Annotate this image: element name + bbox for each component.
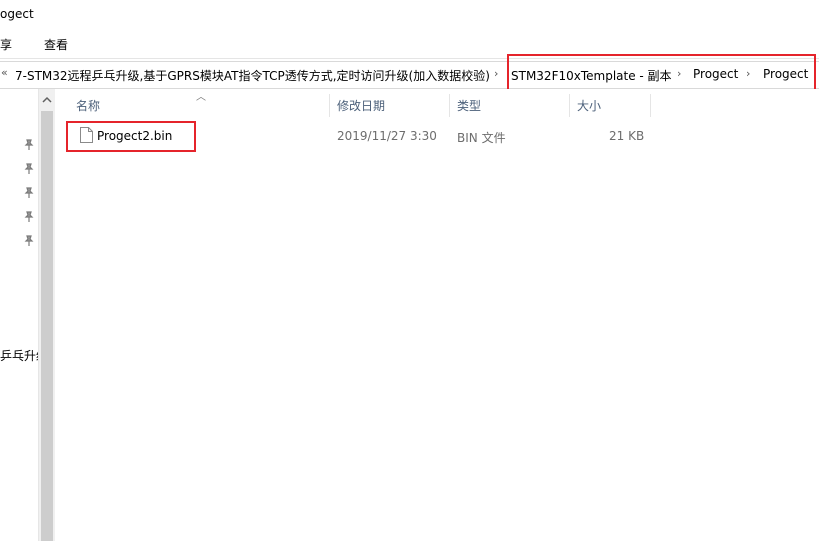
- scroll-up-arrow-icon[interactable]: [41, 95, 53, 105]
- file-highlight-box: [66, 121, 196, 152]
- navigation-pane: 乒乓升级: [0, 89, 38, 541]
- nav-item-label[interactable]: 乒乓升级: [0, 347, 38, 364]
- breadcrumb-chevron-icon[interactable]: ›: [494, 67, 498, 80]
- column-divider[interactable]: [449, 94, 450, 117]
- address-overflow-button[interactable]: «: [1, 66, 8, 79]
- column-header-name[interactable]: 名称: [76, 97, 100, 114]
- pin-icon[interactable]: [23, 139, 35, 151]
- column-header-type[interactable]: 类型: [457, 97, 481, 114]
- tab-share[interactable]: 共享: [0, 36, 12, 53]
- column-divider[interactable]: [569, 94, 570, 117]
- file-size: 21 KB: [609, 129, 645, 143]
- pin-icon[interactable]: [23, 187, 35, 199]
- column-header-size[interactable]: 大小: [577, 97, 601, 114]
- pin-icon[interactable]: [23, 163, 35, 175]
- tab-view[interactable]: 查看: [44, 36, 68, 53]
- file-list: ︿ 名称 修改日期 类型 大小 Progect2.bin 2019/11/27 …: [56, 89, 819, 541]
- pin-icon[interactable]: [23, 235, 35, 247]
- pin-icon[interactable]: [23, 211, 35, 223]
- title-bar: ogect: [0, 0, 819, 30]
- column-header-date[interactable]: 修改日期: [337, 97, 385, 114]
- nav-scrollbar[interactable]: [38, 89, 55, 541]
- sort-ascending-icon: ︿: [196, 92, 206, 103]
- window-title: ogect: [0, 7, 34, 21]
- address-highlight-box: [507, 54, 816, 94]
- scroll-thumb[interactable]: [41, 111, 53, 541]
- column-divider[interactable]: [650, 94, 651, 117]
- column-divider[interactable]: [329, 94, 330, 117]
- breadcrumb-segment-project-root[interactable]: 7-STM32远程乒乓升级,基于GPRS模块AT指令TCP透传方式,定时访问升级…: [15, 67, 490, 84]
- file-type: BIN 文件: [457, 131, 506, 145]
- file-modified-date: 2019/11/27 3:30: [337, 129, 437, 143]
